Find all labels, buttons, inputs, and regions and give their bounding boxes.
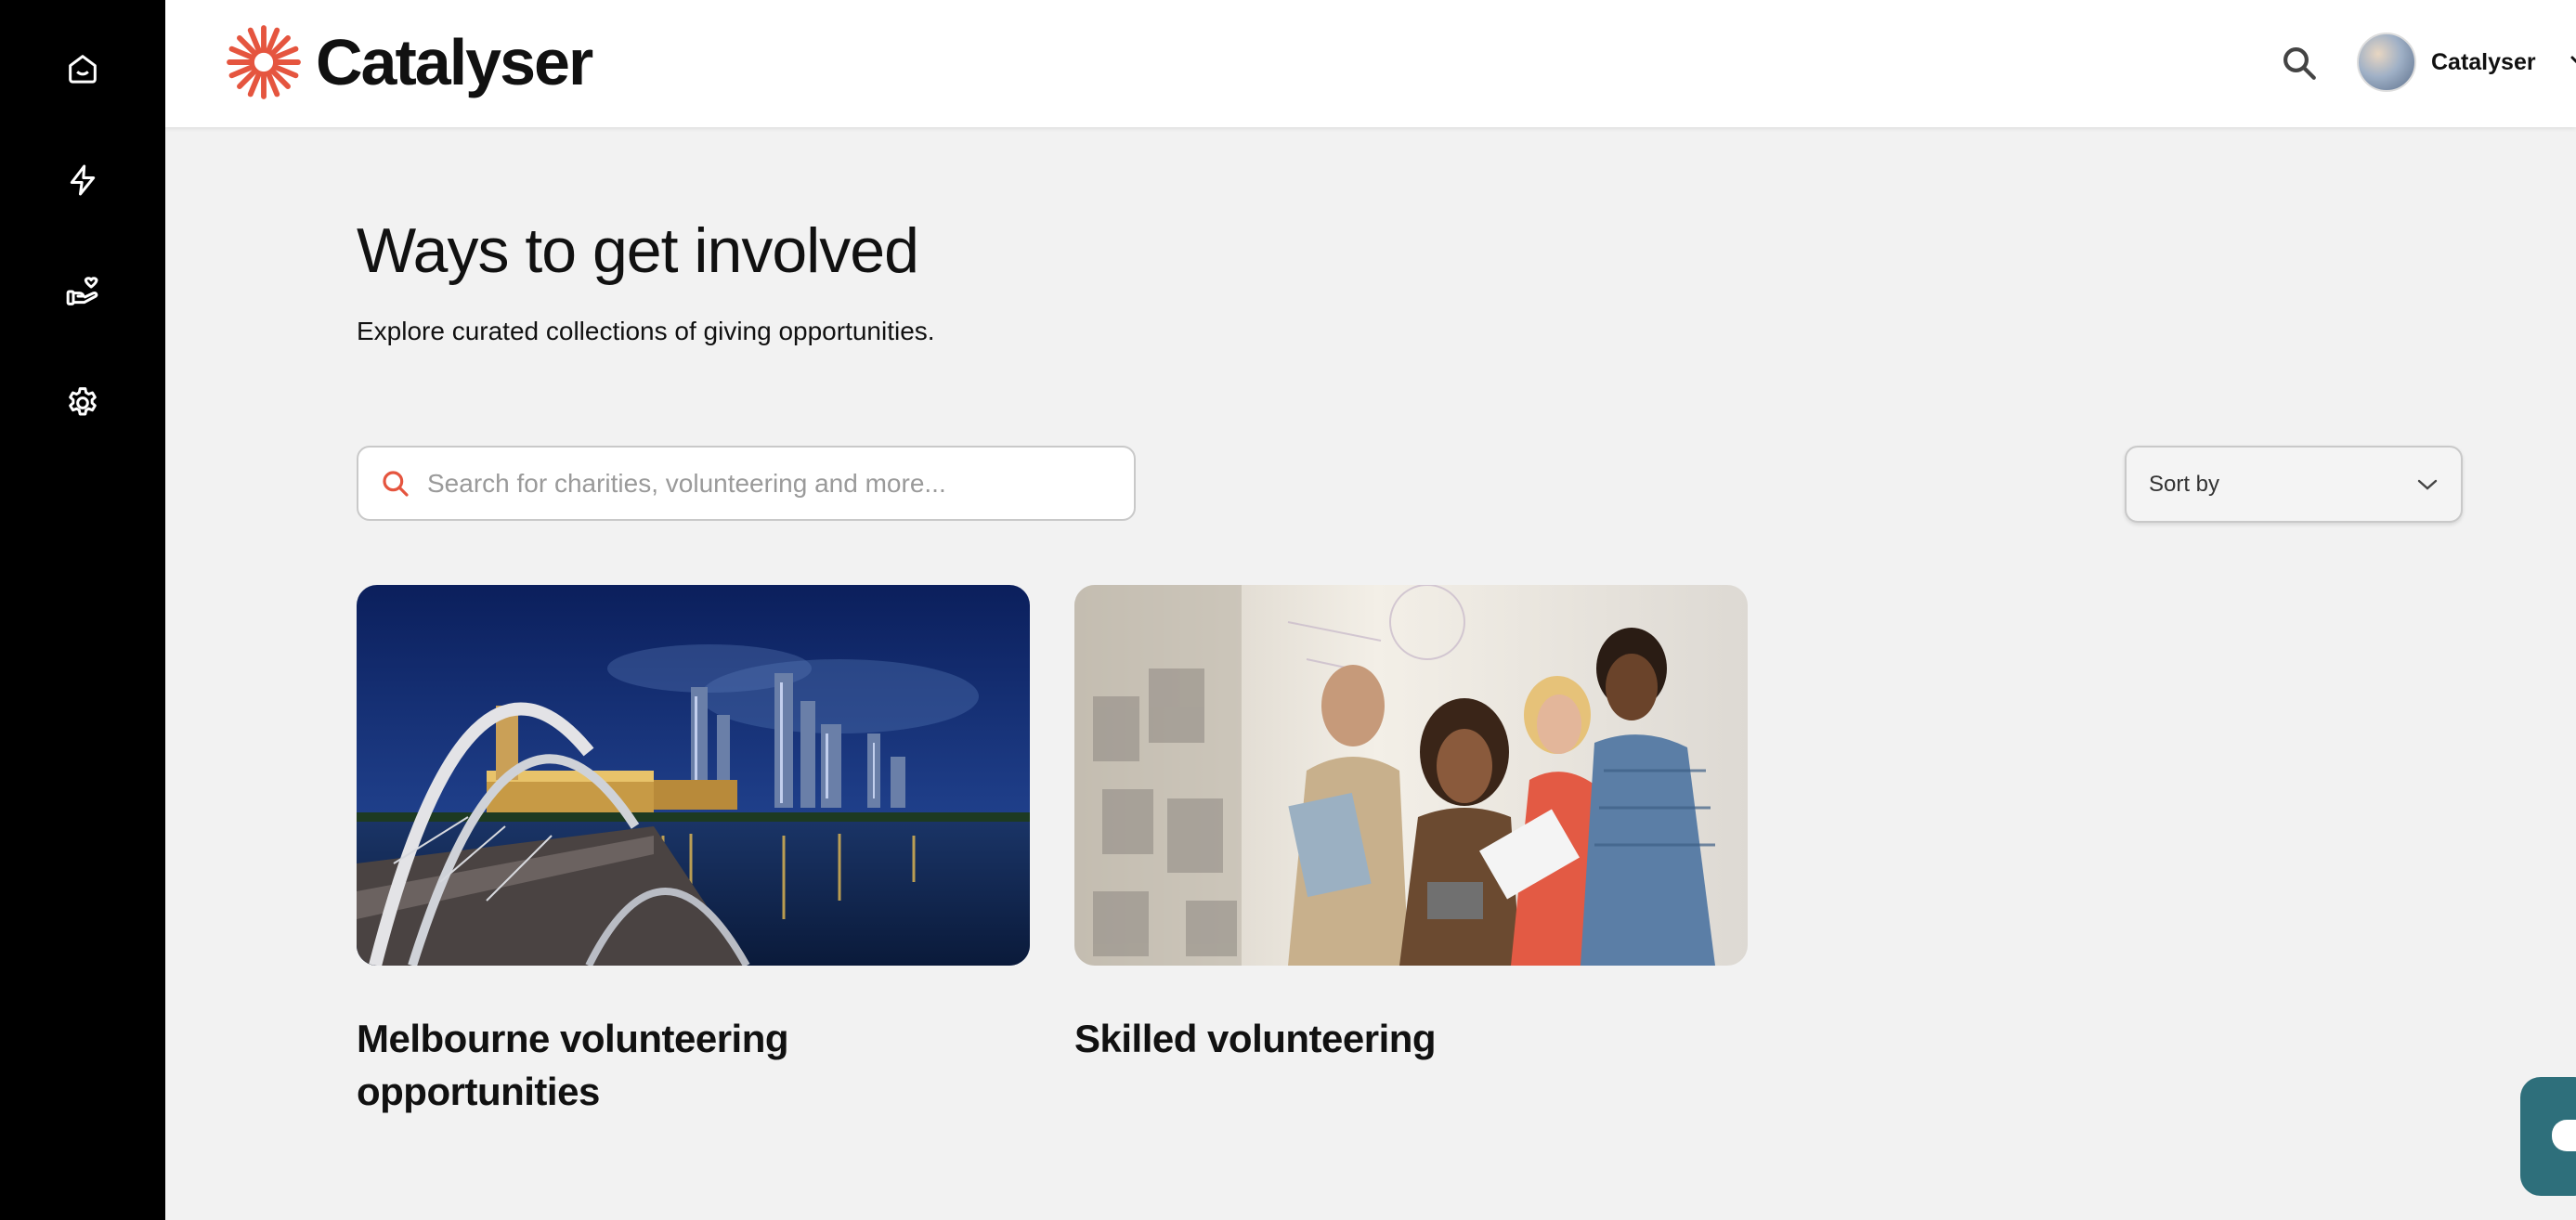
user-name: Catalyser [2431,48,2536,75]
sort-by-dropdown[interactable]: Sort by [2125,446,2463,523]
chat-bubble-icon [2552,1120,2576,1151]
chevron-down-icon [2417,479,2438,490]
collection-image-skilled [1074,585,1748,966]
chat-widget-button[interactable] [2520,1077,2576,1196]
sunburst-logo-icon [227,25,301,99]
page-subtitle: Explore curated collections of giving op… [357,317,935,345]
page-title: Ways to get involved [357,215,919,286]
user-menu[interactable]: Catalyser [2357,30,2576,95]
brand-logo[interactable]: Catalyser [225,20,593,104]
collection-image-melbourne [357,585,1030,966]
sort-label: Sort by [2149,471,2220,497]
search-icon [383,470,409,497]
hand-heart-icon [66,277,98,305]
collection-card[interactable]: Melbourne volunteering opportunities [357,585,1030,1118]
search-input[interactable] [427,468,1114,499]
collection-card[interactable]: Skilled volunteering [1074,585,1748,1065]
sidebar-item-giving[interactable] [46,254,120,329]
sidebar [0,0,165,1220]
brand-name: Catalyser [316,26,593,98]
collection-title: Melbourne volunteering opportunities [357,1017,789,1113]
collections-search[interactable] [357,446,1136,521]
sidebar-item-home[interactable] [46,32,120,106]
home-icon [69,55,97,84]
sidebar-item-settings[interactable] [46,366,120,440]
top-bar: Catalyser Catalyser [165,0,2576,127]
sidebar-item-activity[interactable] [46,143,120,217]
search-icon [2283,47,2316,80]
header-search-button[interactable] [2271,35,2327,91]
avatar [2357,32,2416,92]
gear-icon [69,387,97,416]
lightning-icon [70,164,96,196]
chevron-down-icon [2570,56,2576,64]
main-content: Ways to get involved Explore curated col… [165,127,2576,1220]
collection-title: Skilled volunteering [1074,1017,1437,1060]
